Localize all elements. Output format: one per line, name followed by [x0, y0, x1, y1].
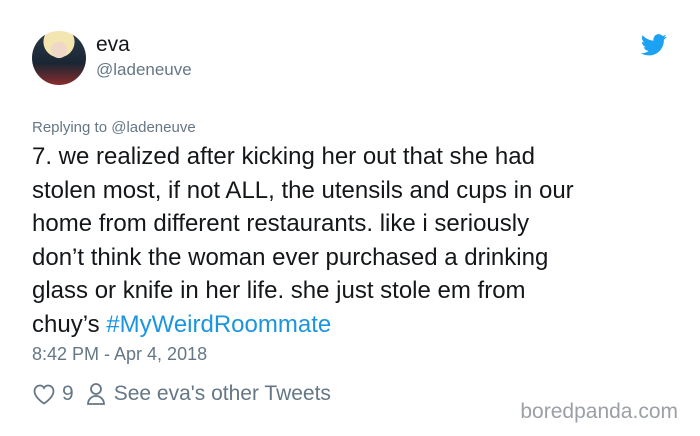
tweet-card: eva @ladeneuve Replying to @ladeneuve 7.…: [0, 0, 700, 436]
tweet-timestamp[interactable]: 8:42 PM - Apr 4, 2018: [32, 344, 207, 365]
tweet-actions: 9 See eva's other Tweets: [32, 380, 331, 408]
heart-icon[interactable]: [32, 383, 56, 405]
hashtag-link[interactable]: #MyWeirdRoommate: [106, 311, 331, 338]
author-name[interactable]: eva: [96, 33, 130, 57]
tweet-text-main: 7. we realized after kicking her out tha…: [32, 143, 574, 338]
like-count[interactable]: 9: [62, 382, 74, 406]
see-other-tweets-link[interactable]: See eva's other Tweets: [114, 382, 331, 406]
tweet-text: 7. we realized after kicking her out tha…: [32, 140, 672, 341]
watermark: boredpanda.com: [520, 400, 678, 423]
author-handle[interactable]: @ladeneuve: [96, 60, 192, 80]
avatar[interactable]: [32, 31, 86, 85]
twitter-bird-icon[interactable]: [641, 34, 667, 56]
person-icon[interactable]: [86, 382, 106, 406]
replying-to[interactable]: Replying to @ladeneuve: [32, 119, 196, 136]
